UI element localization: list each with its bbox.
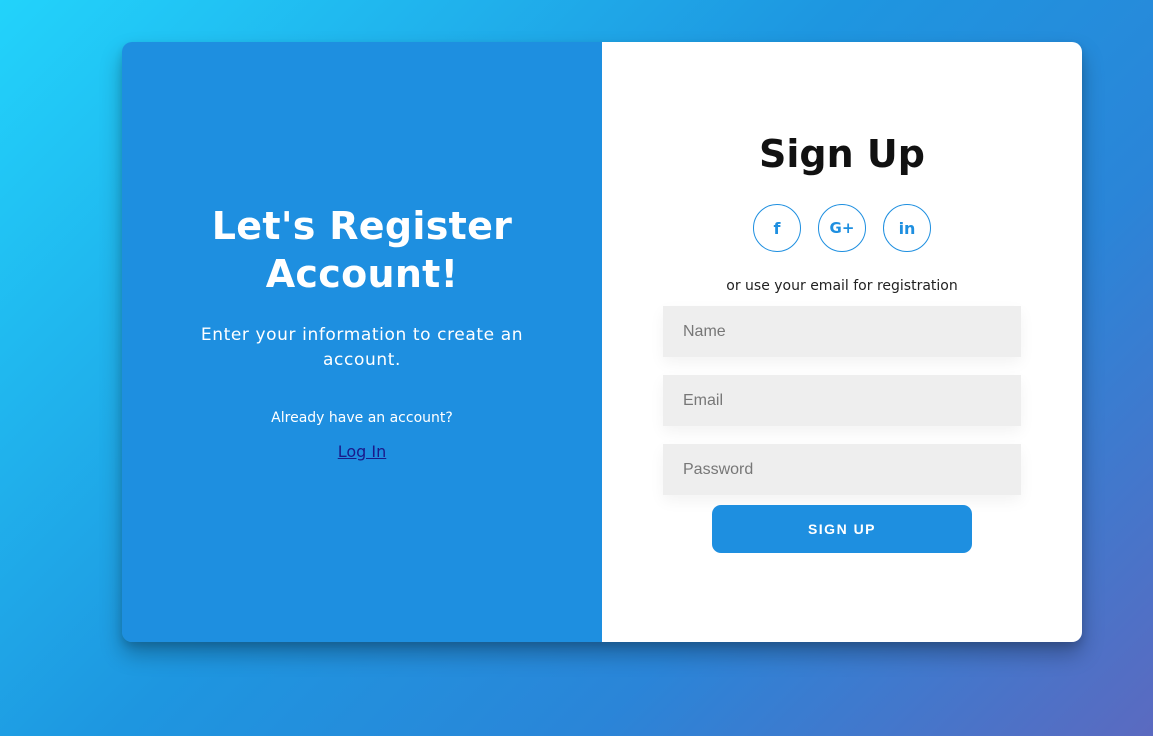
welcome-title-line2: Account! bbox=[265, 252, 459, 296]
registration-hint: or use your email for registration bbox=[726, 278, 958, 294]
login-link-wrapper: Log In bbox=[122, 442, 602, 461]
welcome-title: Let's Register Account! bbox=[122, 202, 602, 298]
google-plus-button[interactable]: G+ bbox=[818, 204, 866, 252]
signup-title: Sign Up bbox=[759, 132, 925, 176]
signup-panel: Sign Up f G+ in or use your email for re… bbox=[602, 42, 1082, 642]
facebook-icon: f bbox=[773, 218, 781, 238]
name-input[interactable] bbox=[663, 306, 1021, 357]
facebook-button[interactable]: f bbox=[753, 204, 801, 252]
password-input[interactable] bbox=[663, 444, 1021, 495]
email-input[interactable] bbox=[663, 375, 1021, 426]
login-link[interactable]: Log In bbox=[338, 442, 387, 461]
register-card: Let's Register Account! Enter your infor… bbox=[122, 42, 1082, 642]
social-buttons: f G+ in bbox=[602, 204, 1082, 252]
welcome-description: Enter your information to create an acco… bbox=[200, 325, 524, 370]
signup-button[interactable]: SIGN UP bbox=[712, 505, 972, 553]
linkedin-button[interactable]: in bbox=[883, 204, 931, 252]
google-plus-icon: G+ bbox=[829, 219, 855, 237]
welcome-title-line1: Let's Register bbox=[211, 204, 513, 248]
linkedin-icon: in bbox=[898, 218, 916, 238]
already-account-text: Already have an account? bbox=[271, 410, 453, 426]
welcome-panel: Let's Register Account! Enter your infor… bbox=[122, 42, 602, 642]
